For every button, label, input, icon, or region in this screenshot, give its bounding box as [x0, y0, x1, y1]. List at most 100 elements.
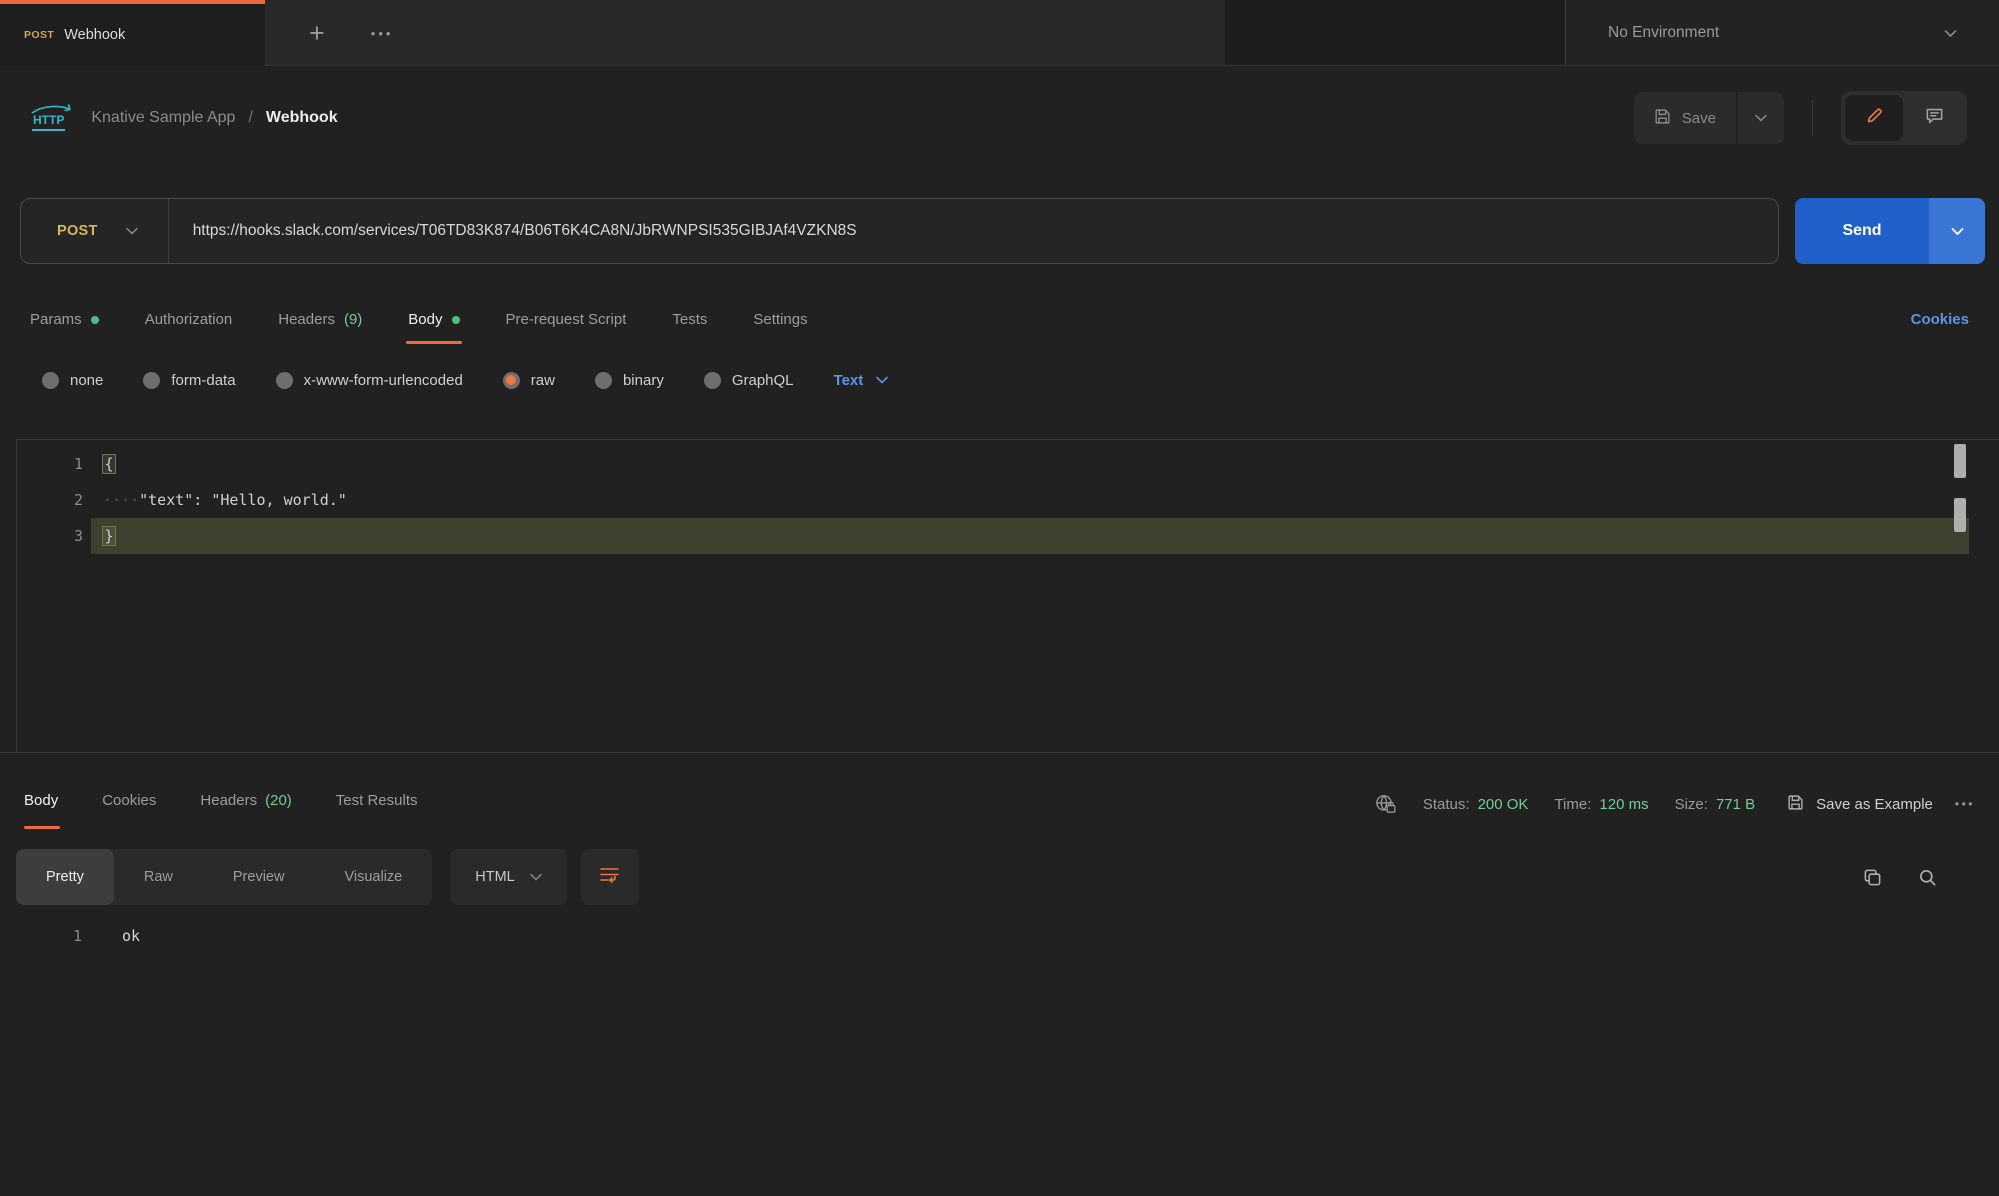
save-button-label: Save	[1682, 110, 1716, 127]
tab-settings-label: Settings	[753, 311, 807, 328]
view-tab-raw[interactable]: Raw	[114, 849, 203, 905]
comment-icon	[1925, 106, 1944, 130]
response-tab-body[interactable]: Body	[24, 792, 58, 829]
time-value: 120 ms	[1599, 796, 1648, 813]
toolbar-actions: Save	[1634, 91, 1967, 145]
bracket-highlight: }	[103, 527, 115, 546]
view-tab-preview[interactable]: Preview	[203, 849, 315, 905]
search-icon[interactable]	[1918, 868, 1937, 887]
tab-settings[interactable]: Settings	[753, 311, 807, 344]
breadcrumb-request-name: Webhook	[266, 109, 338, 127]
response-view-toolbar: Pretty Raw Preview Visualize HTML	[16, 849, 1983, 905]
status-label: Status:	[1423, 796, 1470, 813]
save-icon	[1654, 108, 1671, 129]
chevron-down-icon	[1755, 114, 1767, 122]
body-mode-graphql[interactable]: GraphQL	[704, 372, 794, 389]
size-group: Size: 771 B	[1675, 796, 1756, 813]
environment-selector[interactable]: No Environment	[1565, 0, 1999, 66]
bracket-highlight: {	[103, 455, 115, 474]
comments-button[interactable]	[1905, 95, 1963, 141]
wrap-lines-icon	[599, 866, 620, 888]
save-options-button[interactable]	[1738, 92, 1784, 144]
url-bar: POST	[20, 198, 1779, 264]
body-mode-form-data-label: form-data	[171, 372, 235, 389]
response-format-value: HTML	[475, 869, 514, 885]
radio-icon	[276, 372, 293, 389]
send-button[interactable]: Send	[1795, 198, 1929, 264]
breadcrumb-collection[interactable]: Knative Sample App	[91, 109, 235, 127]
globe-lock-icon[interactable]	[1373, 793, 1397, 815]
url-input[interactable]	[169, 222, 1778, 240]
radio-icon	[704, 372, 721, 389]
tab-authorization[interactable]: Authorization	[145, 311, 233, 344]
url-row: POST Send	[20, 198, 1985, 264]
method-selector[interactable]: POST	[21, 223, 168, 239]
breadcrumb-separator: /	[248, 109, 252, 127]
view-tab-visualize[interactable]: Visualize	[314, 849, 432, 905]
chevron-down-icon	[126, 227, 138, 235]
tab-headers-label: Headers	[278, 311, 335, 328]
body-mode-raw[interactable]: raw	[503, 372, 555, 389]
request-tab-webhook[interactable]: POST Webhook	[0, 0, 265, 66]
body-mode-none-label: none	[70, 372, 103, 389]
tab-body-label: Body	[408, 311, 442, 328]
chevron-down-icon	[530, 873, 542, 881]
tab-params[interactable]: Params	[30, 311, 99, 344]
save-icon	[1787, 794, 1804, 815]
body-mode-form-data[interactable]: form-data	[143, 372, 235, 389]
raw-language-selector[interactable]: Text	[834, 372, 889, 389]
request-tab-bar: POST Webhook + ••• No Environment	[0, 0, 1999, 66]
http-arrow-icon	[30, 103, 74, 114]
chevron-down-icon	[1951, 227, 1964, 236]
tab-method-badge: POST	[24, 29, 54, 41]
code-text: }	[83, 527, 115, 546]
request-toolbar: HTTP Knative Sample App / Webhook Save	[0, 66, 1999, 170]
editor-line: 2 ····"text": "Hello, world."	[17, 482, 1999, 518]
save-as-example-button[interactable]: Save as Example	[1787, 794, 1933, 815]
status-value: 200 OK	[1478, 796, 1529, 813]
environment-value: No Environment	[1608, 24, 1719, 42]
send-button-group: Send	[1795, 198, 1985, 264]
whitespace-dots: ····	[103, 491, 139, 509]
wrap-lines-button[interactable]	[581, 849, 639, 905]
body-mode-raw-label: raw	[531, 372, 555, 389]
radio-icon	[143, 372, 160, 389]
status-group: Status: 200 OK	[1423, 796, 1529, 813]
response-tab-test-results[interactable]: Test Results	[336, 792, 418, 829]
response-tab-test-results-label: Test Results	[336, 792, 418, 809]
save-button[interactable]: Save	[1634, 92, 1736, 144]
tabs-strip: POST Webhook + •••	[0, 0, 1225, 66]
view-segmented-control: Pretty Raw Preview Visualize	[16, 849, 432, 905]
body-mode-urlencoded[interactable]: x-www-form-urlencoded	[276, 372, 463, 389]
tab-body[interactable]: Body	[408, 311, 459, 344]
tab-tests[interactable]: Tests	[672, 311, 707, 344]
modified-dot	[452, 316, 460, 324]
tab-headers[interactable]: Headers (9)	[278, 311, 362, 344]
editor-scrollbar-marker[interactable]	[1954, 498, 1966, 532]
radio-icon	[42, 372, 59, 389]
request-body-editor[interactable]: 1 { 2 ····"text": "Hello, world." 3 }	[16, 439, 1999, 752]
copy-icon[interactable]	[1863, 868, 1882, 887]
body-mode-urlencoded-label: x-www-form-urlencoded	[304, 372, 463, 389]
tab-options-icon[interactable]: •••	[371, 26, 394, 41]
time-label: Time:	[1554, 796, 1591, 813]
tab-pre-request-script[interactable]: Pre-request Script	[506, 311, 627, 344]
view-tab-pretty[interactable]: Pretty	[16, 849, 114, 905]
send-options-button[interactable]	[1929, 198, 1985, 264]
response-tab-headers[interactable]: Headers (20)	[200, 792, 291, 829]
chevron-down-icon	[1944, 29, 1957, 38]
editor-scrollbar-marker[interactable]	[1954, 444, 1966, 478]
request-tabs: Params Authorization Headers (9) Body Pr…	[0, 264, 1999, 344]
edit-request-button[interactable]	[1845, 95, 1903, 141]
tab-headers-count: (9)	[344, 311, 362, 328]
body-mode-binary[interactable]: binary	[595, 372, 664, 389]
response-format-selector[interactable]: HTML	[450, 849, 566, 905]
response-tab-cookies[interactable]: Cookies	[102, 792, 156, 829]
line-number: 3	[17, 527, 83, 545]
body-mode-none[interactable]: none	[42, 372, 103, 389]
response-tab-headers-count: (20)	[265, 792, 292, 809]
editor-line: 1 {	[17, 446, 1999, 482]
cookies-link[interactable]: Cookies	[1911, 311, 1969, 344]
response-options-icon[interactable]: •••	[1955, 797, 1975, 811]
new-tab-button[interactable]: +	[309, 20, 325, 47]
